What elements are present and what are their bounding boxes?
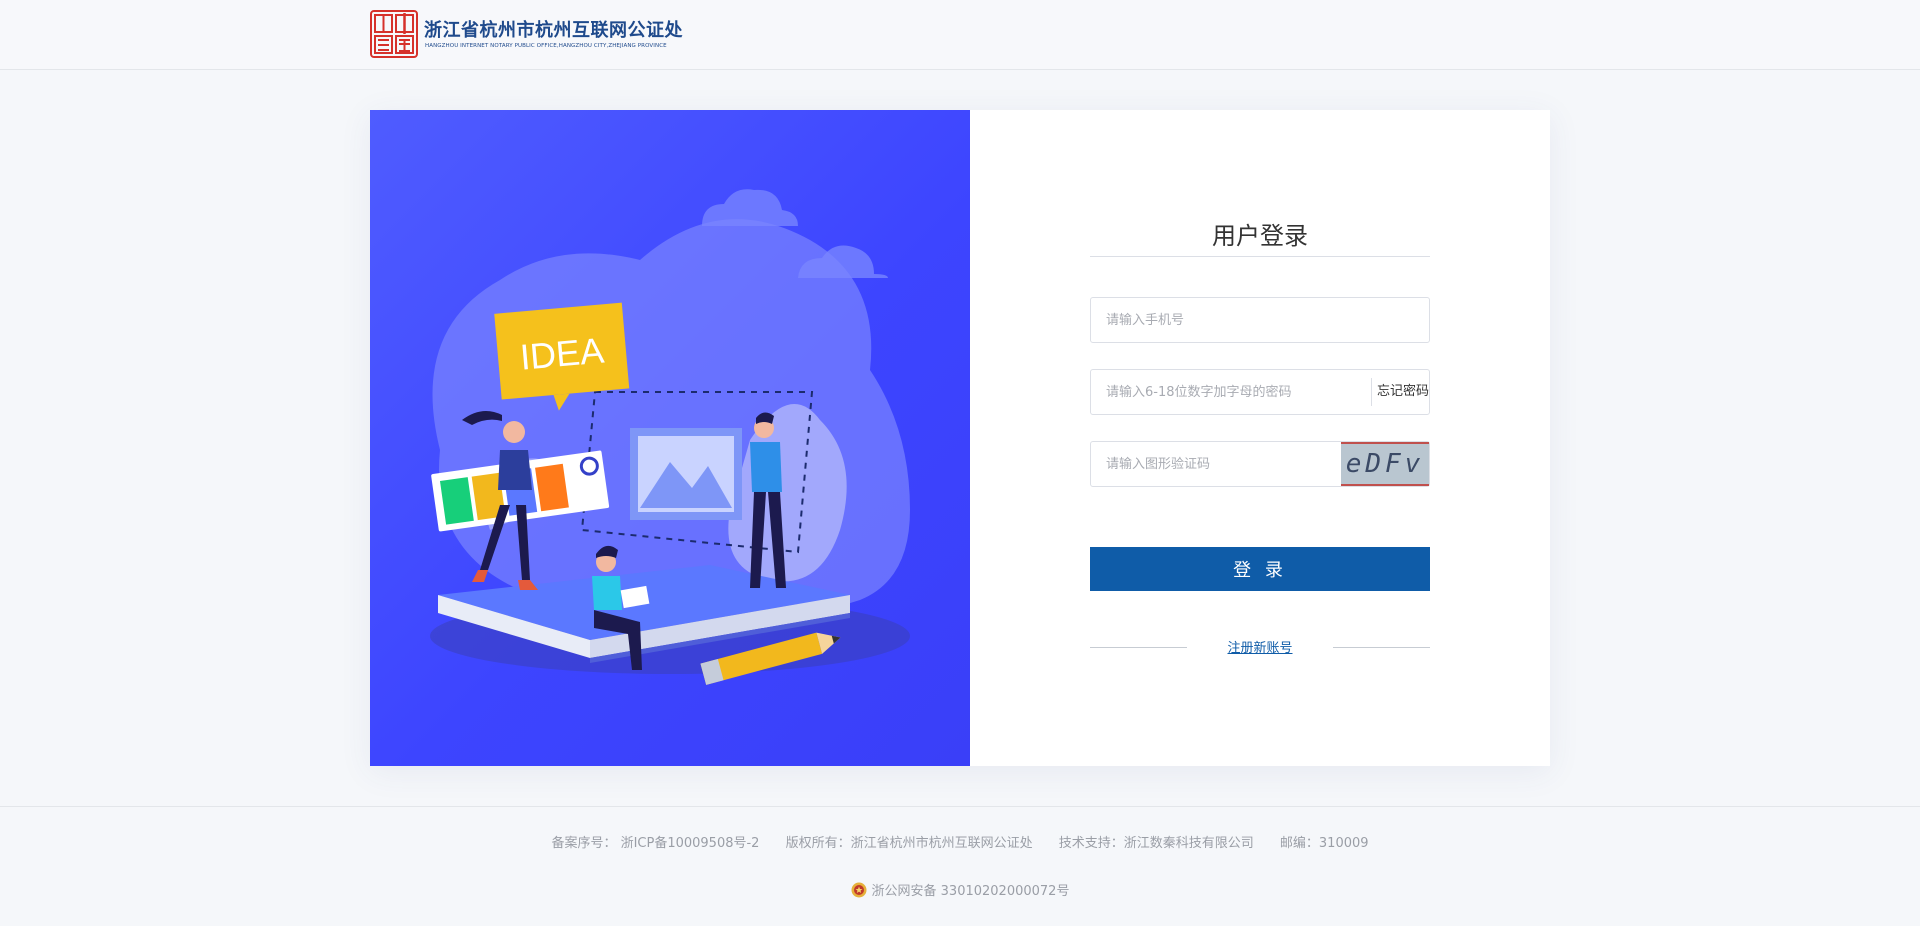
- footer-tech-support: 技术支持：浙江数秦科技有限公司: [1058, 836, 1254, 851]
- login-button[interactable]: 登 录: [1090, 547, 1430, 591]
- police-badge-icon: [851, 882, 867, 898]
- footer-police-record[interactable]: 浙公网安备 33010202000072号: [0, 880, 1920, 899]
- phone-input[interactable]: [1091, 298, 1429, 342]
- footer-copyright: 版权所有：浙江省杭州市杭州互联网公证处: [785, 836, 1033, 851]
- idea-text: IDEA: [518, 329, 605, 377]
- idea-team-illustration: IDEA: [430, 189, 910, 685]
- footer-info: 备案序号： 浙ICP备10009508号-2 版权所有：浙江省杭州市杭州互联网公…: [0, 832, 1920, 851]
- illustration-panel: IDEA: [370, 110, 970, 766]
- logo-subtitle: HANGZHOU INTERNET NOTARY PUBLIC OFFICE,H…: [425, 43, 667, 49]
- forgot-password-link[interactable]: 忘记密码: [1371, 378, 1429, 406]
- captcha-input[interactable]: [1091, 442, 1341, 486]
- title-divider: [1090, 256, 1430, 257]
- header: 浙江省杭州市杭州互联网公证处 HANGZHOU INTERNET NOTARY …: [0, 0, 1920, 70]
- phone-field: [1090, 297, 1430, 343]
- login-panel: 用户登录 忘记密码 eDFv 登 录 注册新账号: [970, 110, 1550, 766]
- register-divider-right: [1333, 647, 1430, 648]
- register-divider-left: [1090, 647, 1187, 648]
- footer-divider: [0, 806, 1920, 807]
- password-field: 忘记密码: [1090, 369, 1430, 415]
- logo-title: 浙江省杭州市杭州互联网公证处: [424, 20, 683, 41]
- police-record-text: 浙公网安备 33010202000072号: [871, 884, 1070, 899]
- footer-postcode: 邮编：310009: [1279, 836, 1369, 851]
- password-input[interactable]: [1091, 370, 1371, 414]
- login-card: IDEA 用户登录 请输入手机号 忘记密码 请输入图形验证码 eDFv 登 录 …: [370, 110, 1550, 766]
- footer-icp[interactable]: 备案序号： 浙ICP备10009508号-2: [551, 836, 759, 851]
- login-title: 用户登录: [1212, 222, 1308, 250]
- captcha-image[interactable]: eDFv: [1341, 442, 1429, 486]
- captcha-field: eDFv: [1090, 441, 1430, 487]
- seal-logo-icon: [370, 10, 418, 58]
- captcha-text: eDFv: [1345, 449, 1425, 479]
- register-link[interactable]: 注册新账号: [1187, 637, 1333, 656]
